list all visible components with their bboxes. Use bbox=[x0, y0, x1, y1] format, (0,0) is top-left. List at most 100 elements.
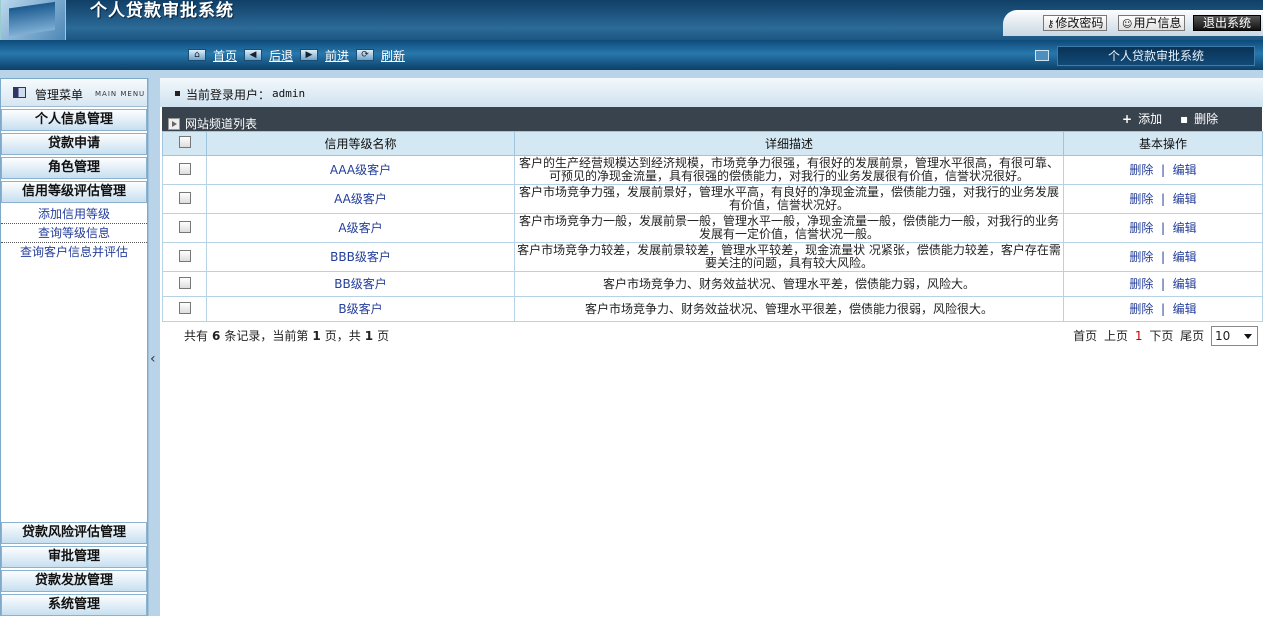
menu-loan-application[interactable]: 贷款申请 bbox=[1, 133, 147, 155]
row-delete-link[interactable]: 删除 bbox=[1129, 192, 1153, 206]
select-all-checkbox[interactable] bbox=[178, 136, 191, 148]
row-checkbox-cell bbox=[162, 155, 207, 185]
menu-personal-info[interactable]: 个人信息管理 bbox=[1, 109, 147, 131]
row-edit-link[interactable]: 编辑 bbox=[1173, 192, 1197, 206]
row-checkbox[interactable] bbox=[178, 191, 191, 204]
menu-system-management[interactable]: 系统管理 bbox=[1, 594, 147, 616]
row-checkbox[interactable] bbox=[178, 220, 191, 233]
level-name[interactable]: AA级客户 bbox=[206, 184, 515, 214]
pager-prev-link[interactable]: 上页 bbox=[1104, 329, 1128, 343]
level-description: 客户市场竞争力一般，发展前景一般，管理水平一般，净现金流量一般，偿债能力一般，对… bbox=[514, 213, 1064, 243]
op-separator: | bbox=[1160, 191, 1166, 206]
pager-summary: 共有 6 条记录，当前第 1 页，共 1 页 bbox=[184, 327, 389, 344]
level-name[interactable]: A级客户 bbox=[206, 213, 515, 243]
select-all-cell bbox=[162, 131, 207, 156]
nav-bar: ⌂ 首页 ◀ 后退 ▶ 前进 ⟳ 刷新 个人贷款审批系统 bbox=[0, 40, 1263, 70]
menu-loan-disbursement[interactable]: 贷款发放管理 bbox=[1, 570, 147, 592]
user-info-button[interactable]: ☺用户信息 bbox=[1118, 15, 1186, 31]
row-delete-link[interactable]: 删除 bbox=[1129, 163, 1153, 177]
row-delete-link[interactable]: 删除 bbox=[1129, 221, 1153, 235]
menu-icon bbox=[13, 87, 26, 98]
row-edit-link[interactable]: 编辑 bbox=[1173, 163, 1197, 177]
row-operations: 删除 | 编辑 bbox=[1063, 184, 1263, 214]
pager-pages-suffix: 页 bbox=[377, 329, 390, 343]
op-separator: | bbox=[1160, 249, 1166, 264]
computer-logo-icon bbox=[0, 0, 66, 40]
play-icon bbox=[168, 118, 180, 130]
row-checkbox[interactable] bbox=[178, 276, 191, 289]
level-name[interactable]: BBB级客户 bbox=[206, 242, 515, 272]
refresh-icon[interactable]: ⟳ bbox=[356, 49, 374, 61]
row-checkbox[interactable] bbox=[178, 301, 191, 314]
logout-button[interactable]: 退出系统 bbox=[1193, 15, 1261, 31]
level-name[interactable]: BB级客户 bbox=[206, 271, 515, 297]
subitem-query-customer-evaluate[interactable]: 查询客户信息并评估 bbox=[1, 243, 147, 262]
pager-total-pages: 1 bbox=[364, 329, 374, 343]
key-icon: ⚷ bbox=[1047, 19, 1055, 30]
subitem-query-level-info[interactable]: 查询等级信息 bbox=[1, 224, 147, 243]
table-row: AAA级客户 客户的生产经营规模达到经济规模，市场竞争力很强，有很好的发展前景，… bbox=[162, 155, 1263, 185]
pager-total-suffix: 条记录，当前第 bbox=[224, 329, 309, 343]
nav-back-link[interactable]: 后退 bbox=[269, 48, 293, 64]
forward-arrow-icon[interactable]: ▶ bbox=[300, 49, 318, 61]
sidebar-splitter[interactable]: ‹ bbox=[148, 78, 160, 616]
subitem-add-credit-level[interactable]: 添加信用等级 bbox=[1, 205, 147, 224]
row-checkbox[interactable] bbox=[178, 162, 191, 175]
plus-icon: + bbox=[1122, 112, 1133, 126]
nav-refresh-link[interactable]: 刷新 bbox=[381, 48, 405, 64]
menu-loan-risk[interactable]: 贷款风险评估管理 bbox=[1, 522, 147, 544]
sidebar-header: 管理菜单 MAIN MENU bbox=[1, 79, 147, 107]
row-operations: 删除 | 编辑 bbox=[1063, 213, 1263, 243]
current-user-label: 当前登录用户： bbox=[186, 88, 271, 102]
main-content: 当前登录用户： admin 网站频道列表 + 添加 ▪ 删除 信用等级名称 详细描述… bbox=[160, 78, 1263, 616]
pager-total-prefix: 共有 bbox=[184, 329, 209, 343]
op-separator: | bbox=[1160, 276, 1166, 291]
row-operations: 删除 | 编辑 bbox=[1063, 242, 1263, 272]
table-row: BBB级客户 客户市场竞争力较差，发展前景较差，管理水平较差，现金流量状 况紧张… bbox=[162, 242, 1263, 272]
row-edit-link[interactable]: 编辑 bbox=[1173, 302, 1197, 316]
row-delete-link[interactable]: 删除 bbox=[1129, 250, 1153, 264]
sidebar-bottom-menu: 贷款风险评估管理 审批管理 贷款发放管理 系统管理 bbox=[1, 520, 147, 618]
table-row: AA级客户 客户市场竞争力强，发展前景好，管理水平高，有良好的净现金流量，偿债能… bbox=[162, 184, 1263, 214]
row-edit-link[interactable]: 编辑 bbox=[1173, 277, 1197, 291]
menu-credit-rating[interactable]: 信用等级评估管理 bbox=[1, 181, 147, 203]
add-button[interactable]: + 添加 bbox=[1122, 110, 1162, 127]
table-row: B级客户 客户市场竞争力、财务效益状况、管理水平很差，偿债能力很弱，风险很大。 … bbox=[162, 296, 1263, 322]
level-description: 客户市场竞争力强，发展前景好，管理水平高，有良好的净现金流量，偿债能力强，对我行… bbox=[514, 184, 1064, 214]
level-name[interactable]: AAA级客户 bbox=[206, 155, 515, 185]
level-name[interactable]: B级客户 bbox=[206, 296, 515, 322]
pager-last-link[interactable]: 尾页 bbox=[1180, 329, 1204, 343]
delete-button[interactable]: ▪ 删除 bbox=[1180, 110, 1218, 127]
table-header-row: 信用等级名称 详细描述 基本操作 bbox=[162, 131, 1263, 156]
menu-approval[interactable]: 审批管理 bbox=[1, 546, 147, 568]
row-delete-link[interactable]: 删除 bbox=[1129, 277, 1153, 291]
row-operations: 删除 | 编辑 bbox=[1063, 271, 1263, 297]
nav-home-link[interactable]: 首页 bbox=[213, 48, 237, 64]
row-edit-link[interactable]: 编辑 bbox=[1173, 250, 1197, 264]
collapse-arrow-icon[interactable]: ‹ bbox=[150, 351, 156, 367]
bullet-icon bbox=[175, 91, 180, 96]
page-size-select[interactable]: 10 bbox=[1211, 326, 1258, 346]
op-separator: | bbox=[1160, 162, 1166, 177]
list-title-bar: 网站频道列表 + 添加 ▪ 删除 bbox=[162, 107, 1262, 131]
header: 个人贷款审批系统 ⚷修改密码 ☺用户信息 退出系统 bbox=[0, 0, 1263, 40]
change-password-button[interactable]: ⚷修改密码 bbox=[1043, 15, 1108, 31]
pager-total: 6 bbox=[212, 329, 221, 343]
row-operations: 删除 | 编辑 bbox=[1063, 155, 1263, 185]
row-checkbox[interactable] bbox=[178, 249, 191, 262]
trash-icon: ▪ bbox=[1180, 112, 1189, 126]
pager-current: 1 bbox=[1134, 328, 1143, 343]
nav-forward-link[interactable]: 前进 bbox=[325, 48, 349, 64]
home-icon[interactable]: ⌂ bbox=[188, 49, 206, 61]
back-arrow-icon[interactable]: ◀ bbox=[244, 49, 262, 61]
column-header-operations: 基本操作 bbox=[1063, 131, 1263, 156]
menu-role-management[interactable]: 角色管理 bbox=[1, 157, 147, 179]
system-title: 个人贷款审批系统 bbox=[90, 1, 234, 21]
pager-first-link[interactable]: 首页 bbox=[1073, 329, 1097, 343]
row-edit-link[interactable]: 编辑 bbox=[1173, 221, 1197, 235]
row-delete-link[interactable]: 删除 bbox=[1129, 302, 1153, 316]
op-separator: | bbox=[1160, 301, 1166, 316]
level-description: 客户的生产经营规模达到经济规模，市场竞争力很强，有很好的发展前景，管理水平很高，… bbox=[514, 155, 1064, 185]
level-description: 客户市场竞争力较差，发展前景较差，管理水平较差，现金流量状 况紧张，偿债能力较差… bbox=[514, 242, 1064, 272]
pager-next-link[interactable]: 下页 bbox=[1149, 329, 1173, 343]
